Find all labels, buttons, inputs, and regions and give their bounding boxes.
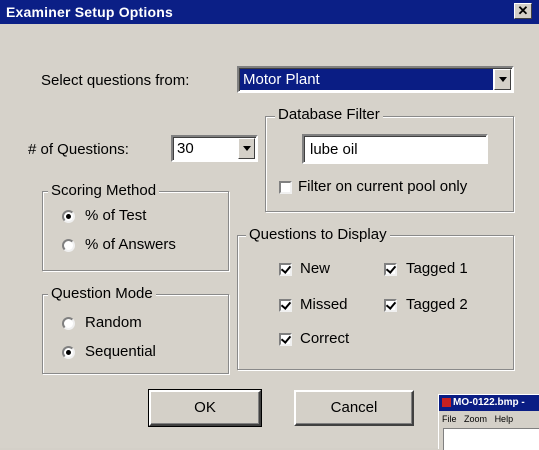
image-viewer-canvas (443, 428, 539, 450)
radio-percent-of-answers-label: % of Answers (85, 236, 176, 253)
checkbox-tagged-1-label: Tagged 1 (406, 260, 468, 277)
database-filter-title: Database Filter (275, 106, 383, 123)
question-mode-title: Question Mode (48, 285, 156, 302)
num-questions-value: 30 (177, 140, 194, 157)
image-viewer-window[interactable]: MO-0122.bmp - File Zoom Help (438, 394, 539, 450)
filter-current-pool-label: Filter on current pool only (298, 178, 468, 195)
question-mode-group (42, 294, 229, 374)
radio-percent-of-test-label: % of Test (85, 207, 147, 224)
image-viewer-title-bar: MO-0122.bmp - (439, 395, 539, 411)
radio-percent-of-test[interactable] (62, 210, 75, 223)
menu-help[interactable]: Help (495, 414, 514, 424)
menu-zoom[interactable]: Zoom (464, 414, 487, 424)
question-source-value: Motor Plant (243, 71, 320, 88)
window-title: Examiner Setup Options (6, 4, 173, 20)
radio-random-label: Random (85, 314, 142, 331)
select-questions-label: Select questions from: (41, 72, 190, 89)
chevron-down-icon[interactable] (238, 138, 255, 159)
radio-percent-of-answers[interactable] (62, 239, 75, 252)
database-filter-input[interactable]: lube oil (302, 134, 488, 164)
num-questions-dropdown[interactable]: 30 (171, 135, 258, 162)
checkbox-tagged-2-label: Tagged 2 (406, 296, 468, 313)
radio-sequential[interactable] (62, 346, 75, 359)
num-questions-label: # of Questions: (28, 141, 129, 158)
filter-current-pool-checkbox[interactable] (279, 181, 292, 194)
image-viewer-title: MO-0122.bmp - (453, 397, 525, 408)
checkbox-missed[interactable] (279, 299, 292, 312)
checkbox-correct-label: Correct (300, 330, 350, 347)
checkbox-tagged-2[interactable] (384, 299, 397, 312)
image-viewer-menu-bar: File Zoom Help (442, 414, 518, 424)
question-source-dropdown[interactable]: Motor Plant (237, 66, 514, 93)
menu-file[interactable]: File (442, 414, 457, 424)
ok-button[interactable]: OK (148, 389, 262, 427)
cancel-button[interactable]: Cancel (294, 390, 414, 426)
image-file-icon (442, 398, 451, 407)
checkbox-new[interactable] (279, 263, 292, 276)
scoring-method-group (42, 191, 229, 271)
checkbox-missed-label: Missed (300, 296, 348, 313)
chevron-down-icon[interactable] (494, 69, 511, 90)
database-filter-group (265, 116, 514, 212)
close-icon: ✕ (517, 3, 529, 18)
database-filter-value: lube oil (310, 141, 358, 158)
checkbox-new-label: New (300, 260, 331, 277)
close-button[interactable]: ✕ (514, 3, 532, 19)
title-bar: Examiner Setup Options ✕ (0, 0, 539, 24)
examiner-setup-dialog: Examiner Setup Options ✕ Select question… (0, 0, 539, 450)
radio-sequential-label: Sequential (85, 343, 156, 360)
questions-to-display-title: Questions to Display (246, 226, 390, 243)
checkbox-correct[interactable] (279, 333, 292, 346)
radio-random[interactable] (62, 317, 75, 330)
checkbox-tagged-1[interactable] (384, 263, 397, 276)
scoring-method-title: Scoring Method (48, 182, 160, 199)
